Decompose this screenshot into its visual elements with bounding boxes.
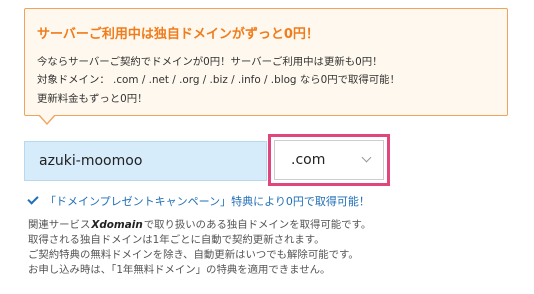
xdomain-logo: Xdomain [91,219,142,232]
tld-select[interactable]: .com [274,140,384,180]
info-line-1-suffix: で取り扱いのある独自ドメインを取得可能です。 [143,219,372,231]
info-line-2: 取得される独自ドメインは1年ごとに自動で契約更新されます。 [28,234,325,246]
chevron-down-icon [361,152,372,163]
promo-line-1: 今ならサーバーご契約でドメインが0円！サーバーご利用中は更新も0円！ [37,56,383,68]
promo-pointer-fill [39,114,55,123]
promo-box: サーバーご利用中は独自ドメインがずっと0円！ 今ならサーバーご契約でドメインが0… [24,8,508,116]
promo-line-2: 対象ドメイン： .com / .net / .org / .biz / .inf… [37,74,400,86]
info-line-1-prefix: 関連サービス [28,219,91,231]
info-line-1: 関連サービスXdomainで取り扱いのある独自ドメインを取得可能です。 [28,219,371,232]
info-line-4: お申し込み時は、「1年無料ドメイン」の特典を適用できません。 [28,264,331,276]
info-line-3: ご契約特典の無料ドメインを除き、自動更新はいつでも解除可能です。 [28,249,359,261]
check-icon [27,193,39,205]
campaign-text: 「ドメインプレゼントキャンペーン」特典により0円で取得可能！ [45,195,370,208]
tld-select-highlight: .com [268,134,390,186]
domain-name-input[interactable] [24,141,267,181]
xdomain-logo-text: Xdomain [91,219,143,231]
promo-title: サーバーご利用中は独自ドメインがずっと0円！ [37,27,319,42]
tld-selected-value: .com [291,152,326,168]
promo-line-3: 更新料金もずっと0円！ [37,93,148,105]
